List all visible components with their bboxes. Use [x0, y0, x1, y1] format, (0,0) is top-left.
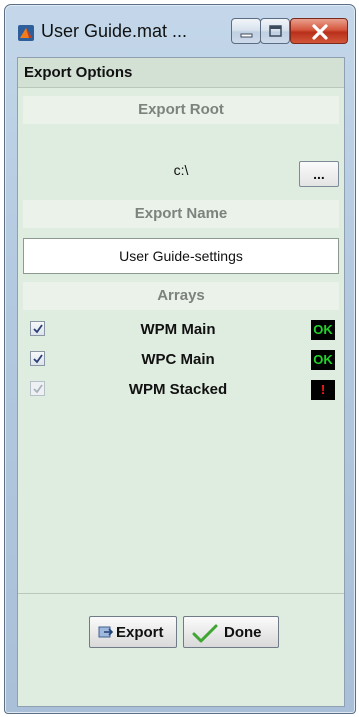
array-row: WPM Stacked !: [18, 378, 344, 402]
window-title: User Guide.mat ...: [41, 21, 188, 41]
title-bar[interactable]: User Guide.mat ...: [5, 5, 355, 57]
matlab-icon: [18, 25, 34, 41]
array-checkbox: [30, 381, 45, 396]
export-root-path: c:\: [173, 162, 189, 178]
export-name-field[interactable]: User Guide-settings: [23, 238, 339, 274]
array-row: WPC Main OK: [18, 348, 344, 372]
footer-divider: [18, 593, 344, 594]
done-label: Done: [224, 624, 262, 641]
minimize-button[interactable]: [231, 18, 261, 44]
done-button[interactable]: Done: [183, 616, 279, 648]
maximize-icon: [269, 25, 282, 37]
array-checkbox[interactable]: [30, 351, 45, 366]
status-badge: OK: [311, 320, 335, 340]
status-badge: !: [311, 380, 335, 400]
browse-button[interactable]: ...: [299, 161, 339, 187]
array-name: WPM Main: [140, 321, 216, 338]
checkmark-icon: [192, 624, 218, 648]
export-options-panel: Export Options Export Root c:\ ... Expor…: [17, 57, 345, 707]
export-button[interactable]: Export: [89, 616, 177, 648]
export-root-header: Export Root: [23, 96, 339, 124]
maximize-button[interactable]: [260, 18, 290, 44]
panel-title: Export Options: [18, 58, 344, 88]
close-icon: [312, 24, 328, 40]
checkmark-icon: [33, 354, 43, 364]
arrays-header: Arrays: [23, 282, 339, 310]
array-row: WPM Main OK: [18, 318, 344, 342]
checkmark-icon: [33, 324, 43, 334]
export-label: Export: [116, 624, 164, 641]
array-checkbox[interactable]: [30, 321, 45, 336]
array-name: WPC Main: [141, 351, 215, 368]
close-button[interactable]: [290, 18, 348, 44]
export-icon: [98, 624, 114, 644]
checkmark-icon: [33, 384, 43, 394]
array-name: WPM Stacked: [128, 381, 228, 398]
status-badge: OK: [311, 350, 335, 370]
export-name-header: Export Name: [23, 200, 339, 228]
export-window: User Guide.mat ... Export Options Export…: [4, 4, 356, 714]
minimize-icon: [240, 33, 253, 38]
